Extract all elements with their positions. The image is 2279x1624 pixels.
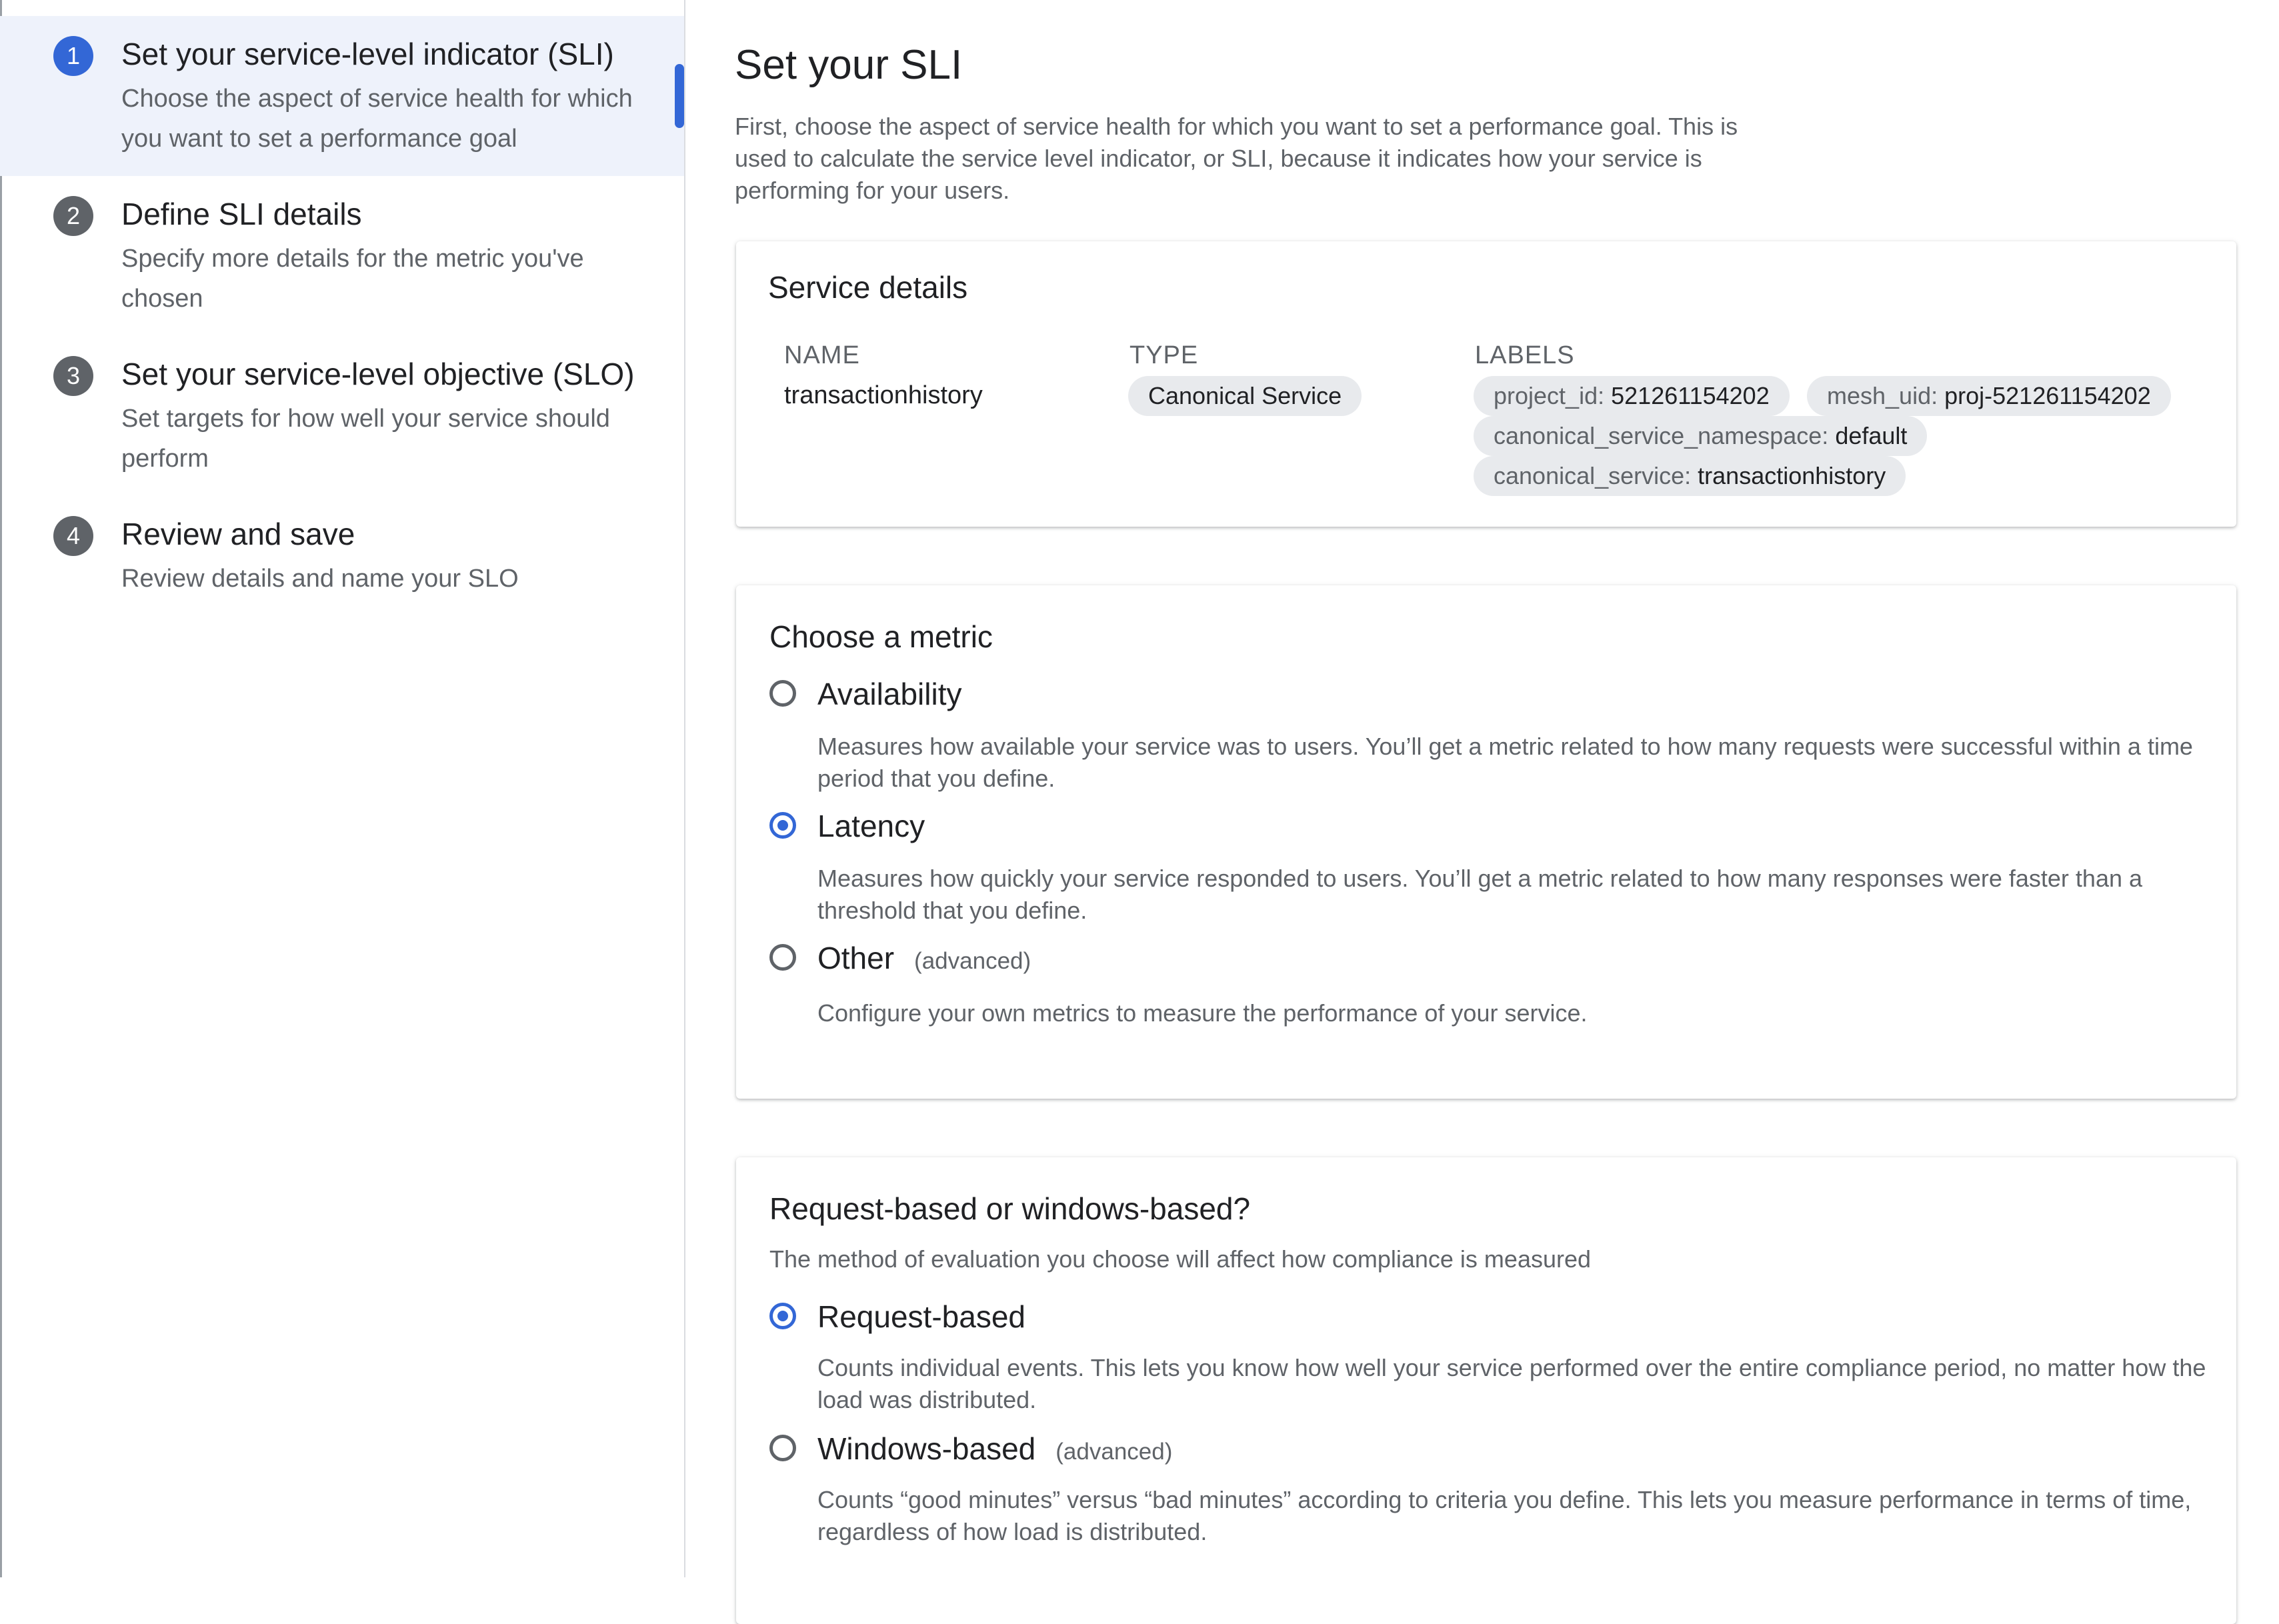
step-description: Specify more details for the metric you'… [121,245,584,313]
latency-radio[interactable] [769,812,796,839]
evaluation-description: The method of evaluation you choose will… [769,1245,1592,1273]
other-option[interactable]: Other (advanced) [817,940,1031,976]
step-3[interactable]: 3 Set your service-level objective (SLO)… [0,336,684,496]
step-description: Choose the aspect of service health for … [121,85,633,153]
request-based-radio[interactable] [769,1303,796,1329]
service-details-card: Service details NAME TYPE LABELS transac… [736,241,2236,527]
label-value: transactionhistory [1698,462,1886,489]
service-details-title: Service details [768,270,968,305]
label-chip: mesh_uid: proj-521261154202 [1807,376,2171,416]
label-key: mesh_uid: [1827,382,1938,409]
evaluation-title: Request-based or windows-based? [769,1191,1251,1226]
step-title: Review and save [121,517,355,551]
choose-metric-card: Choose a metric Availability Measures ho… [736,585,2236,1099]
option-label: Latency [817,809,925,843]
active-step-indicator [675,64,684,128]
option-label: Availability [817,677,962,711]
windows-based-option[interactable]: Windows-based (advanced) [817,1431,1172,1467]
label-chip: canonical_service_namespace: default [1474,416,1928,456]
request-based-option[interactable]: Request-based [817,1299,1025,1335]
type-column-header: TYPE [1129,341,1199,369]
label-value: proj-521261154202 [1944,382,2151,409]
latency-description: Measures how quickly your service respon… [817,865,2143,924]
label-key: canonical_service: [1494,462,1692,489]
advanced-tag: (advanced) [1055,1439,1173,1465]
option-label: Other [817,941,895,975]
name-column-header: NAME [784,341,860,369]
windows-based-radio[interactable] [769,1435,796,1461]
windows-based-description: Counts “good minutes” versus “bad minute… [817,1486,2192,1545]
label-chip: canonical_service: transactionhistory [1474,456,1906,496]
availability-radio[interactable] [769,680,796,707]
label-key: canonical_service_namespace: [1494,422,1829,449]
step-number-badge: 3 [53,356,93,396]
step-2[interactable]: 2 Define SLI details Specify more detail… [0,176,684,336]
option-label: Request-based [817,1299,1025,1334]
other-radio[interactable] [769,944,796,971]
availability-option[interactable]: Availability [817,676,961,712]
label-key: project_id: [1494,382,1605,409]
availability-description: Measures how available your service was … [817,733,2193,792]
step-1[interactable]: 1 Set your service-level indicator (SLI)… [0,16,684,176]
step-4[interactable]: 4 Review and save Review details and nam… [0,496,684,616]
advanced-tag: (advanced) [914,948,1031,974]
service-type-value: Canonical Service [1148,382,1342,409]
label-chip: project_id: 521261154202 [1474,376,1790,416]
step-description: Review details and name your SLO [121,565,519,593]
choose-metric-title: Choose a metric [769,619,993,654]
service-name: transactionhistory [784,381,983,409]
request-based-description: Counts individual events. This lets you … [817,1354,2206,1413]
service-type-chip: Canonical Service [1128,376,1362,416]
page-title: Set your SLI [735,42,963,88]
step-title: Set your service-level indicator (SLI) [121,37,614,71]
step-title: Define SLI details [121,197,362,231]
evaluation-method-card: Request-based or windows-based? The meth… [736,1157,2236,1624]
page-intro: First, choose the aspect of service heal… [735,113,1738,204]
step-number-badge: 2 [53,196,93,236]
label-value: default [1835,422,1908,449]
other-description: Configure your own metrics to measure th… [817,999,1588,1027]
label-value: 521261154202 [1611,382,1770,409]
step-description: Set targets for how well your service sh… [121,405,610,473]
step-number-badge: 4 [53,516,93,556]
option-label: Windows-based [817,1431,1036,1466]
step-number-badge: 1 [53,36,93,76]
labels-column-header: LABELS [1475,341,1575,369]
step-title: Set your service-level objective (SLO) [121,357,635,391]
latency-option[interactable]: Latency [817,808,925,844]
